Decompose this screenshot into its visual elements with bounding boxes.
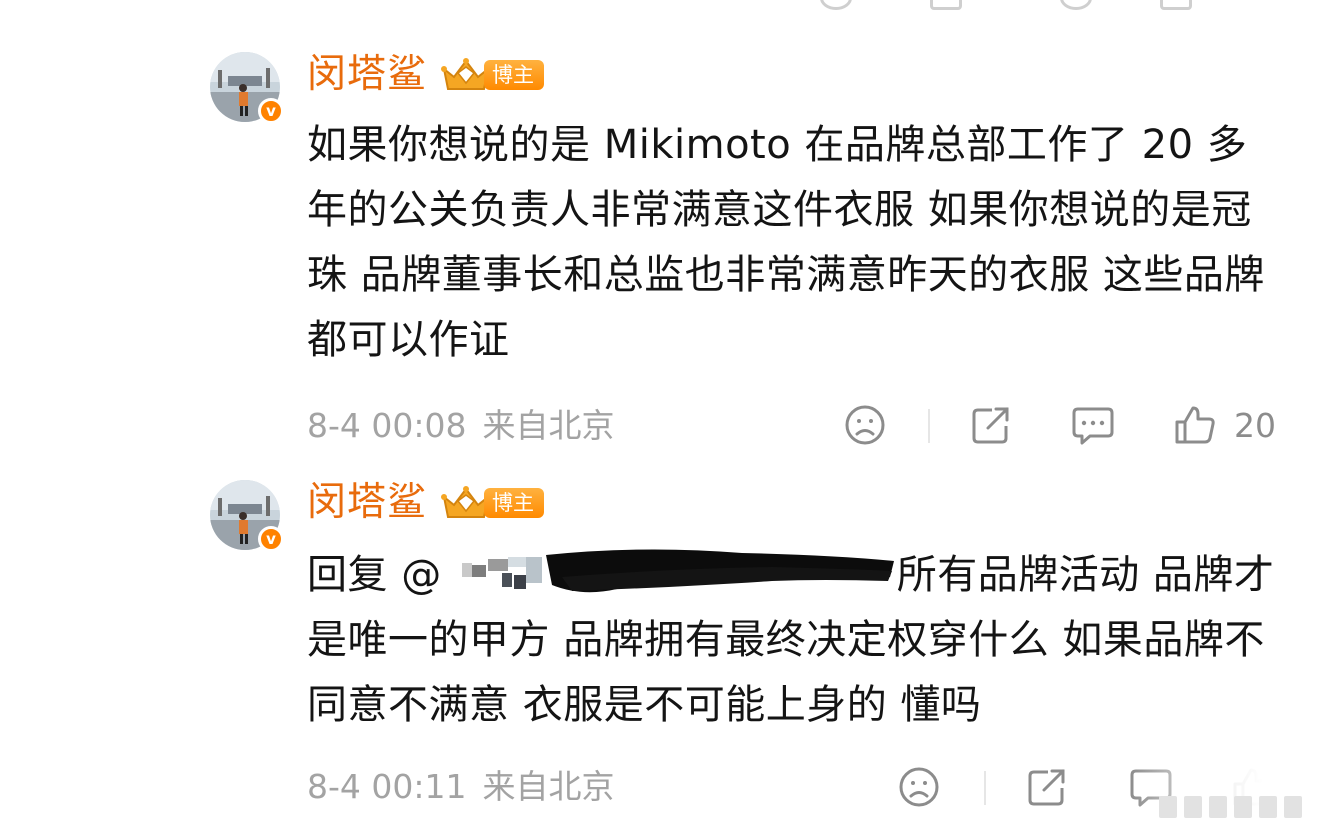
sad-face-icon [899,767,939,807]
avatar[interactable]: v [210,52,284,124]
blogger-badge: 博主 [440,55,560,95]
comment-text: 回复 @ 所有品牌活动 品牌才是唯一的甲方 品牌拥有最终决定权穿什么 如果品牌不… [307,543,1282,738]
comment-item: v 闵塔鲨 博主 如果你想说的是 Mikimoto 在品牌总部工作了 20 多年… [0,0,1320,470]
like-count: 20 [1234,406,1276,445]
comment-button[interactable] [1072,404,1114,446]
comment-text: 如果你想说的是 Mikimoto 在品牌总部工作了 20 多年的公关负责人非常满… [307,122,1265,363]
weibo-comment-screen: v 闵塔鲨 博主 如果你想说的是 Mikimoto 在品牌总部工作了 20 多年… [0,0,1320,834]
share-icon [972,407,1009,444]
comment-time: 8-4 00:11 [307,767,467,806]
share-icon [1028,769,1065,806]
comment-meta: 8-4 00:08 来自北京 [307,406,631,446]
share-button[interactable] [970,404,1012,446]
username[interactable]: 闵塔鲨 [307,52,427,98]
comment-time: 8-4 00:08 [307,406,467,445]
comment-item: v 闵塔鲨 博主 回复 @ 所有品牌活动 品牌才是唯一的甲方 品牌拥有最终决定权… [0,470,1320,834]
share-button[interactable] [1026,766,1068,808]
thumbs-up-icon [1175,406,1215,444]
comment-actions: 20 [840,404,1280,448]
like-button[interactable] [1174,404,1216,446]
blogger-badge: 博主 [440,483,560,523]
dislike-button[interactable] [844,404,886,446]
comment-location: 来自北京 [482,767,615,806]
action-divider [928,409,930,443]
sad-face-icon [845,405,885,445]
reply-mention[interactable]: 回复 @ [307,552,442,598]
badge-label: 博主 [484,60,544,90]
comment-icon [1072,407,1114,445]
avatar[interactable]: v [210,480,284,552]
badge-label: 博主 [484,488,544,518]
action-divider [984,771,986,805]
verified-v-icon: v [258,98,284,124]
comment-location: 来自北京 [482,406,615,445]
username[interactable]: 闵塔鲨 [307,480,427,526]
comment-meta: 8-4 00:11 来自北京 [307,767,631,807]
redacted-username [442,549,897,597]
watermark-logo [1159,796,1302,818]
dislike-button[interactable] [898,766,940,808]
verified-v-icon: v [258,526,284,552]
